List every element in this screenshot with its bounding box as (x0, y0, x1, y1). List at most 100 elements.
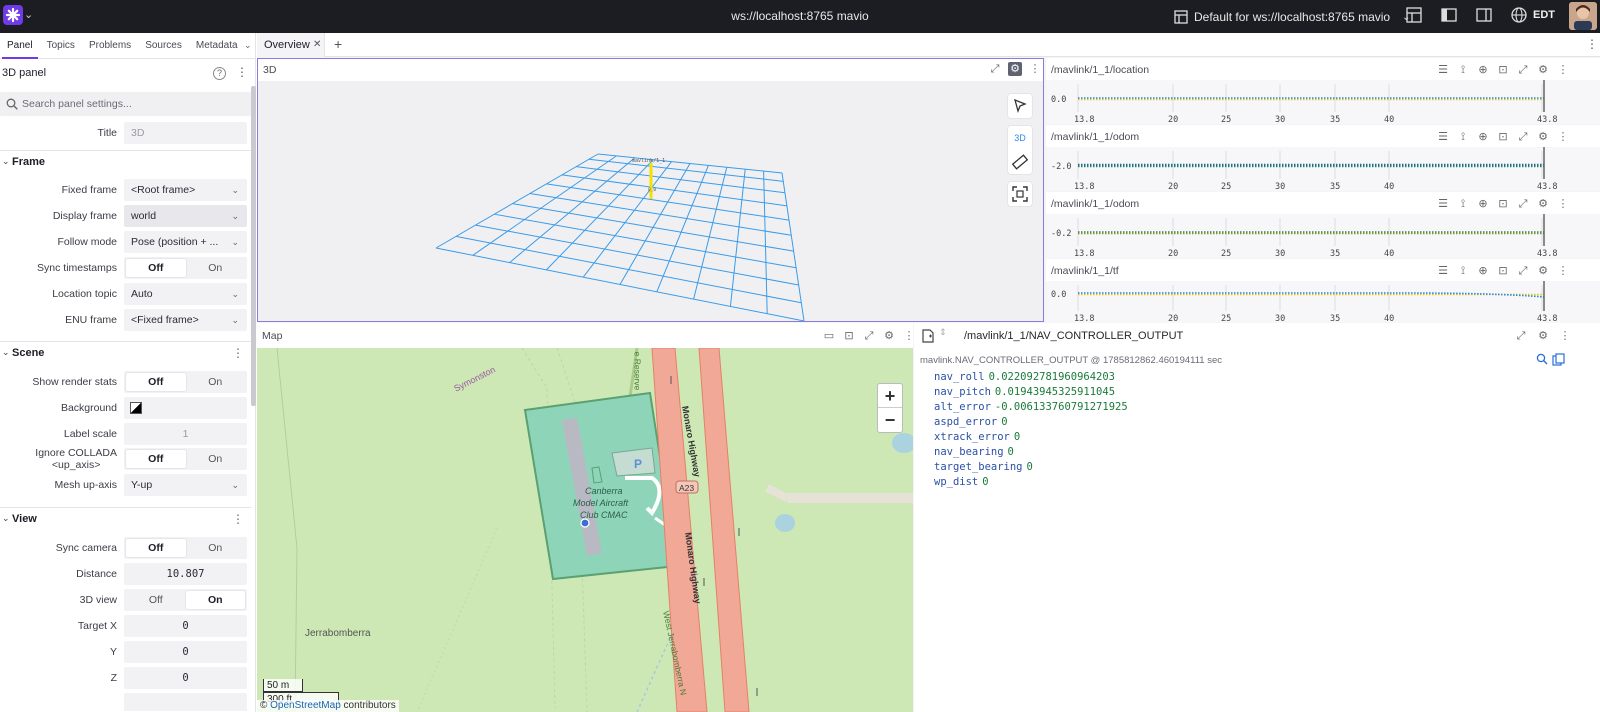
zoom-icon[interactable]: ⊕ (1476, 130, 1490, 144)
message-field-row[interactable]: target_bearing 0 (934, 461, 1033, 473)
sync-timestamps-on[interactable]: On (186, 259, 246, 277)
legend-icon[interactable]: ☰ (1436, 197, 1450, 211)
enu-frame-select[interactable]: <Fixed frame> ⌄ (124, 309, 247, 331)
settings-gear-icon[interactable]: ⚙ (1536, 264, 1550, 278)
fit-icon[interactable]: ⊡ (1496, 130, 1510, 144)
message-field-row[interactable]: wp_dist 0 (934, 476, 989, 488)
panel-kebab-icon[interactable]: ⋮ (1556, 130, 1570, 144)
select-icon[interactable]: ⟟ (1456, 63, 1470, 77)
scene-canvas[interactable]: mavlink/1_1 0_0 (258, 81, 1043, 322)
tab-overview[interactable]: Overview ✕ (257, 33, 325, 57)
render-stats-off[interactable]: Off (126, 373, 186, 391)
add-panel-icon[interactable] (1405, 6, 1423, 24)
add-tab-icon[interactable]: + (334, 36, 342, 52)
split-icon[interactable]: ⊡ (842, 329, 856, 343)
ignore-collada-off[interactable]: Off (126, 450, 186, 468)
search-icon[interactable] (1536, 353, 1548, 365)
user-avatar[interactable] (1569, 2, 1597, 30)
settings-search-input[interactable] (22, 92, 242, 116)
select-icon[interactable]: ⟟ (1456, 197, 1470, 211)
zoom-out-button[interactable]: − (878, 408, 902, 432)
plot-canvas[interactable]: 0.0 13.8 20 25 30 35 40 43.8 (1046, 80, 1600, 124)
settings-gear-icon[interactable]: ⚙ (1536, 197, 1550, 211)
title-input[interactable]: 3D (124, 122, 247, 144)
panel-kebab-icon[interactable]: ⋮ (1556, 197, 1570, 211)
color-swatch[interactable] (130, 402, 142, 414)
select-tool[interactable] (1008, 94, 1032, 118)
legend-icon[interactable]: ☰ (1436, 63, 1450, 77)
globe-icon[interactable] (1510, 6, 1528, 24)
fit-icon[interactable]: ⊡ (1496, 264, 1510, 278)
map-canvas[interactable]: Symonston e Reserve Monaro Highway Monar… (257, 348, 913, 712)
message-field-row[interactable]: nav_roll 0.022092781960964203 (934, 371, 1115, 383)
sync-camera-on[interactable]: On (186, 539, 246, 557)
legend-icon[interactable]: ☰ (1436, 130, 1450, 144)
settings-gear-icon[interactable]: ⚙ (1008, 62, 1022, 76)
fit-icon[interactable]: ⊡ (1496, 63, 1510, 77)
settings-gear-icon[interactable]: ⚙ (1536, 63, 1550, 77)
zoom-icon[interactable]: ⊕ (1476, 197, 1490, 211)
minimize-icon[interactable]: ▭ (822, 329, 836, 343)
follow-mode-select[interactable]: Pose (position + ... ⌄ (124, 231, 247, 253)
tabbar-kebab-icon[interactable]: ⋮ (1586, 37, 1598, 51)
partial-input[interactable] (124, 693, 247, 711)
panel-kebab-icon[interactable]: ⋮ (1556, 264, 1570, 278)
measure-tool[interactable] (1008, 150, 1032, 174)
frame-section-header[interactable]: ⌄ Frame (0, 150, 251, 172)
fullscreen-icon[interactable]: ⤢ (1516, 63, 1530, 77)
plot-canvas[interactable]: -0.2 13.8 20 25 30 35 40 43.8 (1046, 214, 1600, 258)
fixed-frame-select[interactable]: <Root frame> ⌄ (124, 179, 247, 201)
display-frame-select[interactable]: world ⌄ (124, 205, 247, 227)
zoom-icon[interactable]: ⊕ (1476, 63, 1490, 77)
plot-canvas[interactable]: -2.0 13.8 20 25 30 35 40 43.8 (1046, 147, 1600, 191)
fit-icon[interactable]: ⊡ (1496, 197, 1510, 211)
scene-section-header[interactable]: ⌄ Scene ⋮ (0, 341, 251, 363)
tab-sources[interactable]: Sources (138, 33, 189, 58)
fullscreen-icon[interactable]: ⤢ (988, 62, 1002, 76)
tab-metadata[interactable]: Metadata (189, 33, 245, 58)
fullscreen-icon[interactable]: ⤢ (1516, 197, 1530, 211)
ignore-collada-on[interactable]: On (186, 450, 246, 468)
render-stats-on[interactable]: On (186, 373, 246, 391)
app-menu-chevron-icon[interactable]: ⌄ (24, 8, 33, 21)
sync-camera-off[interactable]: Off (126, 539, 186, 557)
message-field-row[interactable]: nav_pitch 0.01943945325911045 (934, 386, 1115, 398)
sidebar-scrollbar[interactable] (251, 86, 256, 406)
message-field-row[interactable]: alt_error -0.006133760791271925 (934, 401, 1128, 413)
tab-panel[interactable]: Panel (0, 33, 40, 59)
fullscreen-icon[interactable]: ⤢ (1516, 130, 1530, 144)
target-x-input[interactable]: 0 (124, 615, 247, 637)
background-color-input[interactable] (124, 397, 247, 419)
diff-toggle-icon[interactable]: ⇕ (939, 327, 947, 338)
legend-icon[interactable]: ☰ (1436, 264, 1450, 278)
left-sidebar-toggle-icon[interactable] (1440, 6, 1458, 24)
panel-kebab-icon[interactable]: ⋮ (1556, 63, 1570, 77)
layout-selector[interactable]: Default for ws://localhost:8765 mavio ⌄ (1174, 7, 1411, 27)
location-topic-select[interactable]: Auto ⌄ (124, 283, 247, 305)
raw-topic[interactable]: /mavlink/1_1/NAV_CONTROLLER_OUTPUT (964, 330, 1183, 342)
close-icon[interactable]: ✕ (313, 39, 321, 50)
settings-gear-icon[interactable]: ⚙ (1536, 329, 1550, 343)
view3d-on[interactable]: On (185, 591, 245, 609)
app-logo-menu[interactable] (3, 5, 23, 25)
3d-mode-toggle[interactable]: 3D (1008, 126, 1032, 150)
target-y-input[interactable]: 0 (124, 641, 247, 663)
view-section-header[interactable]: ⌄ View ⋮ (0, 507, 251, 529)
copy-icon[interactable] (1552, 353, 1565, 366)
mesh-up-axis-select[interactable]: Y-up ⌄ (124, 474, 247, 496)
document-icon[interactable] (922, 329, 934, 343)
select-icon[interactable]: ⟟ (1456, 130, 1470, 144)
message-field-row[interactable]: xtrack_error 0 (934, 431, 1020, 443)
settings-gear-icon[interactable]: ⚙ (882, 329, 896, 343)
right-sidebar-toggle-icon[interactable] (1475, 6, 1493, 24)
sync-timestamps-off[interactable]: Off (126, 259, 186, 277)
more-tabs-chevron-icon[interactable]: ⌄ (244, 40, 252, 51)
settings-gear-icon[interactable]: ⚙ (1536, 130, 1550, 144)
zoom-in-button[interactable]: + (878, 384, 902, 408)
label-scale-input[interactable]: 1 (124, 423, 247, 445)
message-field-row[interactable]: nav_bearing 0 (934, 446, 1014, 458)
help-icon[interactable]: ? (213, 67, 226, 80)
view-menu-kebab-icon[interactable]: ⋮ (232, 512, 244, 526)
reset-view-tool[interactable] (1008, 182, 1032, 206)
panel-menu-kebab-icon[interactable]: ⋮ (236, 65, 248, 79)
